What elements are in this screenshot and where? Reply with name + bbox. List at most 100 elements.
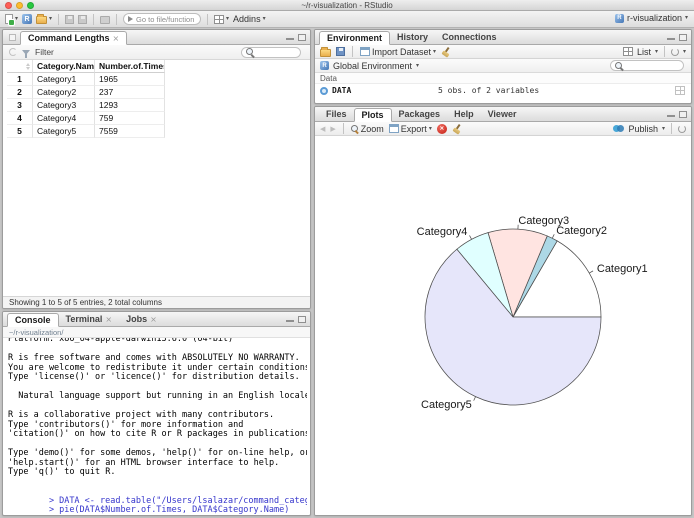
- zoom-label: Zoom: [360, 123, 384, 134]
- table-header-row: Category.Name Number.of.Times: [7, 60, 165, 73]
- r-environment-icon: R: [320, 61, 329, 70]
- viewer-search-input[interactable]: [255, 47, 296, 57]
- tab-viewer[interactable]: Viewer: [481, 107, 524, 121]
- refresh-icon[interactable]: [670, 47, 679, 56]
- workspace-panes-button[interactable]: ▾: [214, 14, 229, 24]
- minimize-pane-icon[interactable]: [667, 34, 675, 41]
- tab-help[interactable]: Help: [447, 107, 481, 121]
- maximize-pane-icon[interactable]: [298, 316, 306, 323]
- save-workspace-icon[interactable]: [336, 47, 345, 56]
- maximize-pane-icon[interactable]: [679, 34, 687, 41]
- console-line: Type 'license()' or 'licence()' for dist…: [8, 372, 300, 382]
- tab-environment[interactable]: Environment: [319, 31, 391, 45]
- column-header-category-name[interactable]: Category.Name: [33, 60, 95, 73]
- refresh-icon[interactable]: [9, 48, 17, 56]
- save-all-button[interactable]: [78, 14, 88, 24]
- import-dataset-button[interactable]: Import Dataset ▾: [360, 47, 436, 57]
- console-output[interactable]: Platform: x86_64-apple-darwin13.6.0 (64-…: [8, 338, 307, 514]
- load-workspace-icon[interactable]: [320, 46, 331, 57]
- remove-plot-icon[interactable]: ×: [436, 123, 447, 134]
- close-tab-icon[interactable]: ×: [150, 315, 157, 324]
- toolbar-separator: [207, 13, 209, 25]
- print-button[interactable]: [100, 16, 111, 24]
- tab-history[interactable]: History: [390, 30, 435, 44]
- panes-grid-icon: [214, 14, 225, 24]
- tab-label: History: [397, 32, 429, 42]
- filter-icon: [22, 49, 30, 58]
- previous-plot-icon[interactable]: ◀: [320, 125, 325, 133]
- close-tab-icon[interactable]: ×: [113, 34, 120, 43]
- toolbar-separator: [58, 13, 60, 25]
- pie-label-tick: [551, 234, 555, 239]
- filter-button[interactable]: Filter: [35, 47, 54, 57]
- cell-category-name: Category3: [33, 99, 95, 112]
- cell-category-name: Category1: [33, 73, 95, 86]
- chevron-down-icon: ▾: [15, 15, 19, 22]
- tab-files[interactable]: Files: [319, 107, 354, 121]
- tab-console[interactable]: Console: [7, 313, 59, 327]
- environment-search-input[interactable]: [624, 61, 679, 70]
- tab-jobs[interactable]: Jobs ×: [119, 312, 164, 326]
- minimize-pane-icon[interactable]: [667, 111, 675, 118]
- plots-tabbar: Files Plots Packages Help Viewer: [315, 107, 691, 122]
- open-file-button[interactable]: ▾: [36, 14, 52, 24]
- column-header-number-of-times[interactable]: Number.of.Times: [95, 60, 165, 73]
- export-plot-button[interactable]: Export ▾: [388, 124, 432, 134]
- pie-label-category4: Category4: [417, 226, 468, 238]
- maximize-pane-icon[interactable]: [679, 111, 687, 118]
- window-title: ~/r-visualization - RStudio: [301, 1, 393, 10]
- tab-connections[interactable]: Connections: [435, 30, 504, 44]
- environment-toolbar: Import Dataset ▾ List ▾ ▾: [315, 45, 691, 59]
- console-line: Natural language support but running in …: [8, 391, 307, 401]
- pie-label-tick: [589, 270, 594, 274]
- scope-selector[interactable]: Global Environment: [333, 61, 412, 71]
- cell-category-name: Category4: [33, 112, 95, 125]
- project-menu-button[interactable]: R r-visualization ▾: [614, 13, 688, 23]
- save-button[interactable]: [65, 14, 75, 24]
- import-dataset-label: Import Dataset: [372, 46, 432, 57]
- popout-icon[interactable]: [9, 34, 16, 41]
- zoom-plot-button[interactable]: Zoom: [350, 123, 384, 134]
- new-file-button[interactable]: ▾: [5, 14, 19, 25]
- tab-label: Console: [15, 315, 51, 325]
- tab-label: Files: [326, 109, 347, 119]
- publish-button[interactable]: Publish: [628, 124, 658, 134]
- clear-objects-icon[interactable]: [441, 47, 451, 57]
- goto-file-box[interactable]: [123, 13, 202, 25]
- view-table-icon[interactable]: [675, 86, 685, 95]
- cell-number-of-times: 1965: [95, 73, 165, 86]
- goto-arrow-icon: [128, 16, 134, 22]
- environment-panel: Environment History Connections Import D…: [314, 29, 692, 104]
- next-plot-icon[interactable]: ▶: [330, 125, 335, 133]
- goto-file-input[interactable]: [136, 14, 197, 24]
- close-tab-icon[interactable]: ×: [105, 315, 112, 324]
- console-prompt: >: [48, 505, 55, 514]
- environment-search-box[interactable]: [610, 60, 684, 71]
- maximize-pane-icon[interactable]: [298, 34, 306, 41]
- corner-header-cell[interactable]: [7, 60, 33, 73]
- minimize-pane-icon[interactable]: [286, 34, 294, 41]
- tab-plots[interactable]: Plots: [353, 108, 392, 122]
- toolbar-separator: [93, 13, 95, 25]
- cell-number-of-times: 759: [95, 112, 165, 125]
- environment-object-row[interactable]: DATA 5 obs. of 2 variables: [315, 84, 691, 97]
- clear-plots-icon[interactable]: [452, 124, 462, 134]
- tab-packages[interactable]: Packages: [392, 107, 448, 121]
- tab-label: Viewer: [487, 109, 517, 119]
- chevron-down-icon: ▾: [433, 47, 437, 55]
- new-project-button[interactable]: R: [22, 14, 33, 24]
- row-number: 5: [7, 125, 33, 138]
- cell-number-of-times: 1293: [95, 99, 165, 112]
- refresh-plot-icon[interactable]: [678, 124, 686, 133]
- environment-section-header: Data: [315, 73, 691, 84]
- row-number: 2: [7, 86, 33, 99]
- new-file-icon: [5, 14, 14, 25]
- viewer-search-box[interactable]: [241, 46, 301, 58]
- tab-terminal[interactable]: Terminal ×: [59, 312, 120, 326]
- minimize-pane-icon[interactable]: [286, 316, 294, 323]
- addins-button[interactable]: Addins ▾: [233, 14, 266, 24]
- list-view-label[interactable]: List: [637, 47, 651, 57]
- search-icon: [615, 61, 622, 70]
- tab-command-lengths[interactable]: Command Lengths ×: [20, 31, 128, 45]
